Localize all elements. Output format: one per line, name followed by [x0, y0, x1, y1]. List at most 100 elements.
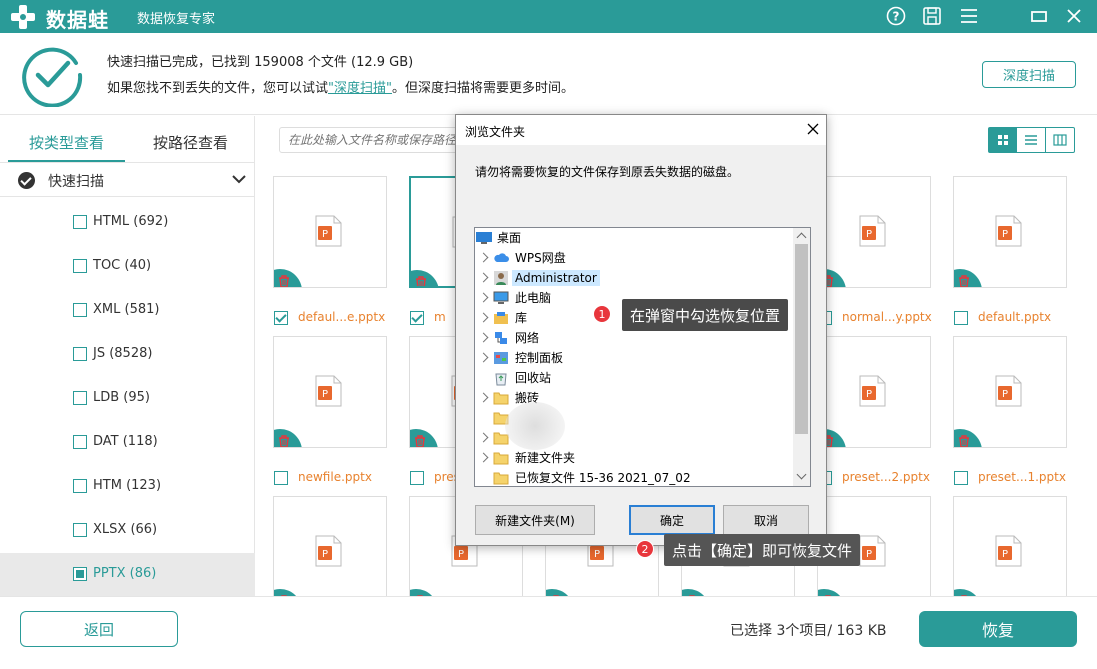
app-subtitle: 数据恢复专家 — [137, 12, 216, 27]
svg-text:P: P — [1002, 549, 1008, 560]
selection-summary: 已选择 3个项目/ 163 KB — [730, 623, 887, 639]
folder-tree-item[interactable]: 回收站 — [475, 368, 793, 388]
detail-view-icon[interactable] — [1046, 128, 1074, 152]
quick-scan-group[interactable]: 快速扫描 — [0, 163, 255, 197]
file-card[interactable]: P — [273, 336, 387, 448]
folder-tree-item[interactable]: Administrator — [475, 268, 793, 288]
minimize-icon[interactable] — [1027, 4, 1051, 28]
file-card[interactable]: P — [273, 176, 387, 288]
expand-arrow-icon[interactable] — [478, 312, 489, 323]
category-item[interactable]: XLSX (66) — [0, 509, 255, 553]
folder-tree-item[interactable]: WPS网盘 — [475, 248, 793, 268]
category-checkbox[interactable] — [73, 347, 87, 361]
category-item[interactable]: TOC (40) — [0, 245, 255, 289]
menu-icon[interactable] — [957, 4, 981, 28]
pptx-file-icon: P — [859, 535, 886, 567]
deleted-trash-icon — [682, 589, 710, 596]
pptx-file-icon: P — [315, 215, 342, 247]
help-icon[interactable]: ? — [884, 4, 908, 28]
deep-scan-button[interactable]: 深度扫描 — [982, 61, 1076, 88]
expand-arrow-icon[interactable] — [478, 392, 489, 403]
scroll-down-icon[interactable] — [796, 469, 807, 480]
category-checkbox[interactable] — [73, 479, 87, 493]
category-checkbox[interactable] — [73, 259, 87, 273]
category-item[interactable]: DAT (118) — [0, 421, 255, 465]
ok-button[interactable]: 确定 — [629, 505, 715, 535]
close-icon[interactable] — [1062, 4, 1086, 28]
category-item[interactable]: PPTX (86) — [0, 553, 255, 597]
close-icon[interactable] — [805, 121, 821, 137]
category-checkbox[interactable] — [73, 215, 87, 229]
folder-tree-item[interactable]: 网络 — [475, 328, 793, 348]
tab-by-path[interactable]: 按路径查看 — [153, 132, 228, 153]
file-name: preset...2.pptx — [842, 470, 930, 484]
expand-arrow-icon[interactable] — [478, 252, 489, 263]
folder-tree-label: Administrator — [512, 270, 600, 286]
deleted-trash-icon — [410, 429, 438, 447]
grid-view-icon[interactable] — [989, 128, 1018, 152]
network-icon — [493, 330, 509, 346]
file-checkbox[interactable] — [274, 471, 288, 485]
category-checkbox[interactable] — [73, 523, 87, 537]
category-item[interactable]: JS (8528) — [0, 333, 255, 377]
category-item[interactable]: HTML (692) — [0, 201, 255, 245]
step-callout-2: 点击【确定】即可恢复文件 — [664, 534, 861, 566]
deleted-trash-icon — [274, 589, 302, 596]
category-checkbox[interactable] — [73, 303, 87, 317]
save-icon[interactable] — [920, 4, 944, 28]
svg-text:P: P — [1002, 229, 1008, 240]
tab-by-type[interactable]: 按类型查看 — [29, 132, 104, 153]
list-view-icon[interactable] — [1017, 128, 1046, 152]
scan-hint-text: 如果您找不到丢失的文件，您可以试试"深度扫描"。但深度扫描将需要更多时间。 — [107, 77, 574, 96]
file-checkbox[interactable] — [410, 471, 424, 485]
deleted-trash-icon — [274, 429, 302, 447]
file-checkbox[interactable] — [954, 311, 968, 325]
scan-result-text: 快速扫描已完成，已找到 159008 个文件 (12.9 GB) — [107, 55, 414, 70]
deep-scan-link[interactable]: "深度扫描" — [328, 81, 392, 96]
file-checkbox[interactable] — [274, 311, 288, 325]
tree-scrollbar[interactable] — [793, 228, 810, 486]
expand-arrow-icon[interactable] — [478, 452, 489, 463]
scroll-thumb[interactable] — [795, 244, 808, 434]
control-panel-icon — [493, 350, 509, 366]
expand-arrow-icon[interactable] — [478, 272, 489, 283]
chevron-down-icon[interactable] — [231, 171, 247, 187]
pptx-file-icon: P — [315, 535, 342, 567]
category-item[interactable]: XML (581) — [0, 289, 255, 333]
expand-arrow-icon[interactable] — [478, 352, 489, 363]
category-checkbox[interactable] — [73, 391, 87, 405]
file-name: defaul...e.pptx — [298, 310, 386, 324]
folder-tree-item[interactable]: 已恢复文件 15-36 2021_07_02 — [475, 468, 793, 486]
search-input[interactable] — [279, 127, 469, 153]
category-checkbox[interactable] — [73, 567, 87, 581]
new-folder-button[interactable]: 新建文件夹(M) — [475, 505, 595, 535]
cancel-button[interactable]: 取消 — [723, 505, 809, 535]
expand-arrow-icon[interactable] — [478, 332, 489, 343]
category-label: TOC (40) — [93, 258, 152, 273]
category-checkbox[interactable] — [73, 435, 87, 449]
folder-tree-item[interactable]: 控制面板 — [475, 348, 793, 368]
pptx-file-icon: P — [995, 375, 1022, 407]
success-check-icon — [22, 47, 83, 107]
file-card[interactable]: P — [817, 176, 931, 288]
file-card[interactable]: P — [953, 176, 1067, 288]
file-checkbox[interactable] — [954, 471, 968, 485]
category-label: XLSX (66) — [93, 522, 158, 537]
file-card[interactable]: P — [273, 496, 387, 596]
back-button[interactable]: 返回 — [20, 611, 178, 647]
scroll-up-icon[interactable] — [796, 232, 807, 243]
category-item[interactable]: HTM (123) — [0, 465, 255, 509]
cloud-icon — [493, 250, 509, 266]
file-card[interactable]: P — [953, 336, 1067, 448]
expand-arrow-icon[interactable] — [478, 292, 489, 303]
file-checkbox[interactable] — [410, 311, 424, 325]
expand-arrow-icon[interactable] — [478, 432, 489, 443]
user-icon — [493, 270, 509, 286]
folder-tree-item[interactable]: 新建文件夹 — [475, 448, 793, 468]
folder-tree-label: 桌面 — [497, 231, 522, 245]
file-card[interactable]: P — [817, 336, 931, 448]
file-card[interactable]: P — [953, 496, 1067, 596]
recover-button[interactable]: 恢复 — [919, 611, 1077, 647]
category-item[interactable]: LDB (95) — [0, 377, 255, 421]
folder-tree-item[interactable]: 桌面 — [475, 228, 793, 248]
